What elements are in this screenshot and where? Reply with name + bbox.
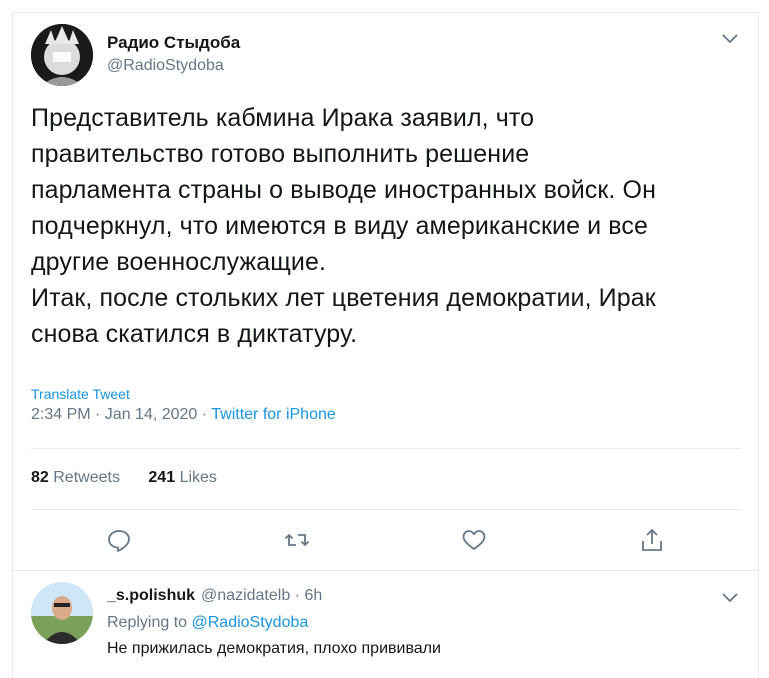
- heart-icon: [460, 526, 488, 554]
- tweet-stats: 82 Retweets 241 Likes: [31, 469, 241, 487]
- tweet-meta: 2:34 PM · Jan 14, 2020 · Twitter for iPh…: [31, 406, 336, 424]
- cut-off-text-line: [107, 671, 667, 677]
- divider: [31, 448, 741, 449]
- likes-stat[interactable]: 241 Likes: [148, 469, 217, 486]
- author-avatar[interactable]: [31, 24, 93, 86]
- reply-button[interactable]: [105, 526, 133, 554]
- likes-count: 241: [148, 469, 176, 486]
- retweets-count: 82: [31, 469, 49, 486]
- share-button[interactable]: [638, 526, 666, 554]
- chevron-down-icon[interactable]: [721, 32, 739, 46]
- replying-prefix: Replying to: [107, 614, 192, 631]
- reply-author-avatar[interactable]: [31, 582, 93, 644]
- reply-header: _s.polishuk @nazidatelb · 6h: [107, 587, 322, 605]
- retweets-stat[interactable]: 82 Retweets: [31, 469, 120, 486]
- source-link[interactable]: Twitter for iPhone: [211, 406, 336, 423]
- divider: [12, 570, 758, 571]
- reply-time[interactable]: · 6h: [295, 587, 323, 604]
- divider: [31, 509, 741, 510]
- reply-author-handle[interactable]: @nazidatelb: [201, 587, 290, 604]
- translate-tweet-link[interactable]: Translate Tweet: [31, 386, 130, 402]
- chevron-down-icon[interactable]: [721, 591, 739, 605]
- retweets-label: Retweets: [53, 469, 120, 486]
- author-name[interactable]: Радио Стыдоба: [107, 33, 240, 53]
- likes-label: Likes: [179, 469, 217, 486]
- author-handle[interactable]: @RadioStydoba: [107, 57, 224, 75]
- reply-icon: [105, 526, 133, 554]
- replying-to: Replying to @RadioStydoba: [107, 614, 308, 632]
- replying-to-mention[interactable]: @RadioStydoba: [192, 614, 309, 631]
- retweet-icon: [283, 526, 311, 554]
- retweet-button[interactable]: [283, 526, 311, 554]
- reply-author-name[interactable]: _s.polishuk: [107, 587, 195, 604]
- reply-text: Не прижилась демократия, плохо прививали: [107, 640, 441, 657]
- like-button[interactable]: [460, 526, 488, 554]
- timestamp[interactable]: 2:34 PM · Jan 14, 2020 ·: [31, 406, 211, 423]
- share-icon: [638, 526, 666, 554]
- tweet-text: Представитель кабмина Ирака заявил, что …: [31, 104, 656, 348]
